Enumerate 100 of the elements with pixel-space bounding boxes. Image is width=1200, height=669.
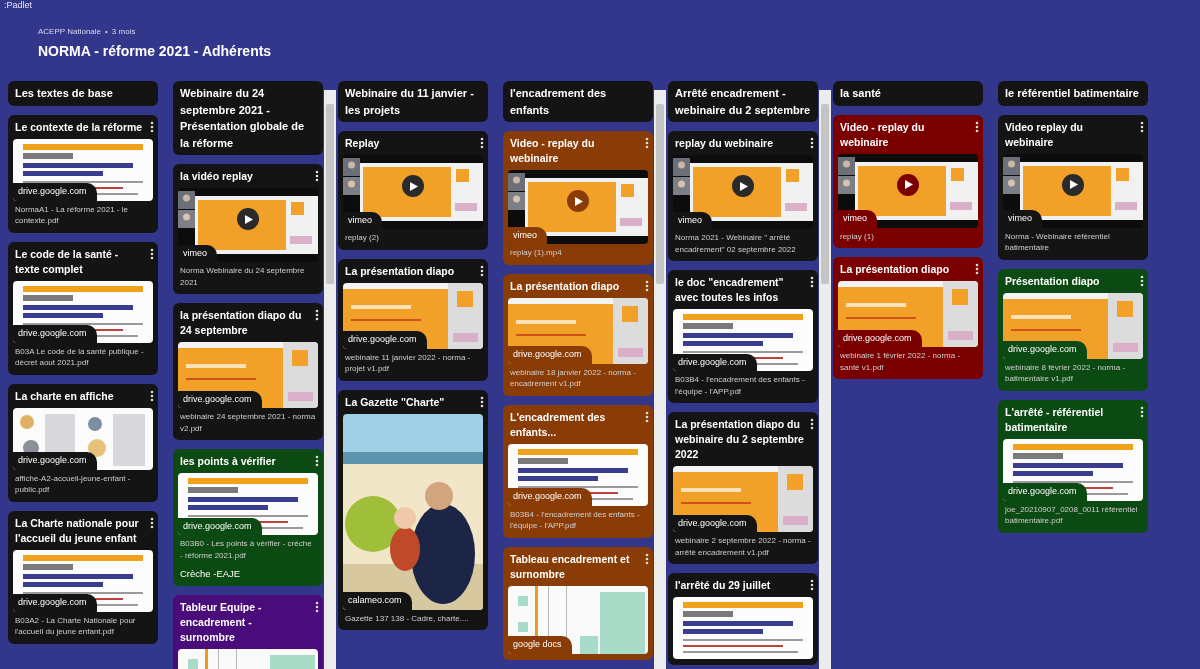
attachment-name: replay (1) — [839, 230, 875, 242]
more-icon[interactable] — [480, 137, 484, 149]
post-card[interactable]: Video - replay du webinaire vimeo replay (1) — [833, 114, 983, 248]
source-label[interactable]: drive.google.com — [13, 183, 97, 201]
post-title: La présentation diapo du webinaire du 2 septembre 2022 — [674, 417, 804, 462]
more-icon[interactable] — [315, 455, 319, 467]
attachment-name: Norma 2021 - Webinaire " arrêté encadrement" 02 septembre 2022 — [674, 232, 797, 255]
column-header: l'encadrement des enfants — [503, 81, 653, 122]
attachment-name: B03B4 - l'encadrement des enfants - l'équipe - l'APP.pdf — [674, 374, 806, 397]
app-logo-text: :Padlet — [3, 0, 34, 10]
separator-dot: • — [105, 26, 108, 38]
source-label[interactable]: drive.google.com — [13, 325, 97, 343]
post-title: Le contexte de la réforme — [14, 119, 144, 135]
more-icon[interactable] — [315, 170, 319, 182]
post-card[interactable]: Le contexte de la réforme drive.google.com NormaA1 - La réforme 2021 - le contexte.pdf — [8, 114, 158, 233]
more-icon[interactable] — [975, 120, 979, 133]
source-label[interactable]: drive.google.com — [13, 452, 97, 470]
more-icon[interactable] — [1140, 274, 1144, 287]
post-card[interactable]: les points à vérifier drive.google.com B03B0 - Les points à vérifier - crèche - réforme 2021.pdf Crèche -EAJE — [173, 449, 323, 586]
post-card[interactable]: La présentation diapo drive.google.com webinaire 18 janvier 2022 - norma -encadrement v1.pdf — [503, 273, 653, 396]
post-title: L'arrêté - référentiel batimentaire — [1004, 404, 1105, 435]
column-header: le référentiel batimentaire — [998, 81, 1148, 106]
post-title: Tableur Equipe - encadrement - surnombre — [179, 600, 263, 645]
post-title: Video replay du webinaire — [1004, 119, 1084, 150]
post-card[interactable]: La présentation diapo drive.google.com webinaire 1 février 2022 - norma -santé v1.pdf — [833, 257, 983, 379]
attachment-name: Gazette 137 138 - Cadre, charte.... — [344, 612, 470, 624]
post-title: Le code de la santé - texte complet — [14, 246, 120, 277]
post-age: 3 mois — [111, 26, 136, 38]
source-label[interactable]: calameo.com — [343, 592, 412, 610]
attachment-name: webinaire 24 septembre 2021 - norma v2.pdf — [179, 411, 317, 434]
attachment-name: webinaire 1 février 2022 - norma -santé v1.pdf — [839, 350, 962, 373]
post-card[interactable]: Tableur Equipe - encadrement - surnombre — [173, 595, 323, 669]
post-title: La Charte nationale pour l'accueil du jeune enfant — [14, 515, 140, 546]
scrollbar[interactable] — [324, 90, 336, 669]
post-card[interactable]: Présentation diapo drive.google.com webinaire 8 février 2022 - norma -batimentaire v1.pdf — [998, 268, 1148, 391]
more-icon[interactable] — [810, 579, 814, 591]
more-icon[interactable] — [975, 263, 979, 275]
more-icon[interactable] — [480, 264, 484, 277]
source-label[interactable]: drive.google.com — [508, 488, 592, 506]
more-icon[interactable] — [810, 276, 814, 288]
post-card[interactable]: le doc "encadrement" avec toutes les infos drive.google.com B03B4 - l'encadrement des enfants - l'équipe - l'APP.pdf — [668, 270, 818, 403]
post-title: Video - replay du webinaire — [509, 136, 596, 166]
board-title: NORMA - réforme 2021 - Adhérents — [38, 42, 273, 61]
play-icon — [740, 181, 748, 191]
post-card[interactable]: Tableau encadrement et surnombre google docs — [503, 546, 653, 660]
more-icon[interactable] — [315, 309, 319, 321]
more-icon[interactable] — [315, 601, 319, 613]
attachment-name: webinaire 11 janvier 2022 - norma -projet v1.pdf — [344, 351, 472, 375]
column-header: Les textes de base — [8, 81, 158, 106]
column-header: Webinaire du 24 septembre 2021 - Présentation globale de la réforme — [173, 81, 323, 155]
more-icon[interactable] — [150, 120, 154, 133]
more-icon[interactable] — [150, 516, 154, 529]
source-label[interactable]: google docs — [508, 636, 572, 654]
post-card[interactable]: La charte en affiche drive.google.com affiche-A2-accueil-jeune-enfant - public.pdf — [8, 383, 158, 502]
attachment-name: affiche-A2-accueil-jeune-enfant - public.pdf — [14, 472, 132, 496]
attachment-name: B03A Le code de la santé publique - décret aout 2021.pdf — [14, 345, 145, 369]
post-title: La présentation diapo — [344, 263, 456, 279]
source-label[interactable]: drive.google.com — [1003, 483, 1087, 501]
post-card[interactable]: Video replay du webinaire vimeo Norma - Webinaire référentiel batimentaire — [998, 114, 1148, 260]
post-card[interactable]: La Charte nationale pour l'accueil du jeune enfant drive.google.com B03A2 - La Charte Nationale pour l'accueil du jeune enfant.pdf — [8, 510, 158, 644]
source-label[interactable]: drive.google.com — [508, 346, 592, 364]
attachment-name: Norma - Webinaire référentiel batimentaire — [1004, 230, 1111, 254]
post-card[interactable]: la présentation diapo du 24 septembre drive.google.com webinaire 24 septembre 2021 - norma v2.pdf — [173, 303, 323, 440]
column-header: Arrêté encadrement - webinaire du 2 septembre — [668, 81, 818, 122]
post-card[interactable]: Le code de la santé - texte complet drive.google.com B03A Le code de la santé publique - décret aout 2021.pdf — [8, 241, 158, 375]
scrollbar[interactable] — [819, 90, 831, 669]
more-icon[interactable] — [1140, 405, 1144, 418]
more-icon[interactable] — [1140, 120, 1144, 133]
source-label[interactable]: drive.google.com — [343, 331, 427, 349]
source-label[interactable]: vimeo — [1003, 210, 1042, 228]
post-card[interactable]: la vidéo replay vimeo Norma Webinaire du 24 septembre 2021 — [173, 164, 323, 294]
post-card[interactable]: l'arrêté du 29 juillet — [668, 573, 818, 665]
post-title: la vidéo replay — [179, 169, 254, 184]
column-header: la santé — [833, 81, 983, 106]
more-icon[interactable] — [150, 247, 154, 260]
attachment-name: B03B0 - Les points à vérifier - crèche - réforme 2021.pdf — [179, 538, 313, 561]
author-name: ACEPP Nationale — [38, 26, 101, 38]
source-label[interactable]: vimeo — [838, 210, 877, 228]
post-card[interactable]: Replay vimeo replay (2) — [338, 131, 488, 250]
post-title: replay du webinaire — [674, 136, 775, 151]
post-card[interactable]: L'encadrement des enfants... drive.google.com B03B4 - l'encadrement des enfants - l'équipe - l'APP.pdf — [503, 404, 653, 538]
post-title: l'arrêté du 29 juillet — [674, 578, 772, 593]
attachment-name: webinaire 18 janvier 2022 - norma -encadrement v1.pdf — [509, 366, 637, 390]
more-icon[interactable] — [150, 389, 154, 402]
scrollbar[interactable] — [654, 90, 666, 669]
post-card[interactable]: replay du webinaire vimeo Norma 2021 - Webinaire " arrêté encadrement" 02 septembre 2022 — [668, 131, 818, 261]
post-card[interactable]: Video - replay du webinaire vimeo replay (1).mp4 — [503, 131, 653, 265]
post-title: Présentation diapo — [1004, 273, 1101, 289]
post-card[interactable]: La présentation diapo du webinaire du 2 septembre 2022 drive.google.com webinaire 2 septembre 2022 - norma - arrêté encadrement v1.pdf — [668, 412, 818, 564]
source-label[interactable]: drive.google.com — [13, 594, 97, 612]
post-card[interactable]: L'arrêté - référentiel batimentaire drive.google.com joe_20210907_0208_0011 référentiel batimentaire.pdf — [998, 399, 1148, 533]
more-icon[interactable] — [810, 137, 814, 149]
post-card[interactable]: La Gazette "Charte" calameo.com Gazette 137 138 - Cadre, charte.... — [338, 389, 488, 630]
source-label[interactable]: drive.google.com — [1003, 341, 1087, 359]
post-card[interactable]: La présentation diapo drive.google.com webinaire 11 janvier 2022 - norma -projet v1.pdf — [338, 258, 488, 381]
more-icon[interactable] — [480, 395, 484, 408]
more-icon[interactable] — [810, 418, 814, 430]
attachment-name: joe_20210907_0208_0011 référentiel batimentaire.pdf — [1004, 503, 1139, 527]
attachment-name: replay (1).mp4 — [509, 247, 563, 259]
play-icon — [410, 181, 418, 191]
